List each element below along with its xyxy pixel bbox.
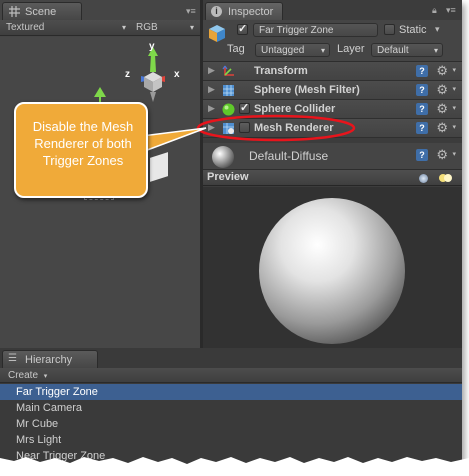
hierarchy-item-main-camera[interactable]: Main Camera [0,400,462,416]
tab-scene-label: Scene [25,6,57,18]
hierarchy-panel: ☰ Hierarchy Create ▾ Far Trigger Zone Ma… [0,348,462,468]
color-mode-value: RGB [136,22,158,33]
object-name-value: Far Trigger Zone [259,25,334,36]
gear-icon[interactable]: ⚙ [436,147,448,163]
object-name-field[interactable]: Far Trigger Zone [253,23,378,37]
render-mode-dropdown[interactable]: Textured ▾ [2,21,130,35]
component-name: Sphere (Mesh Filter) [254,84,360,96]
help-book-icon[interactable]: ? [416,65,428,77]
gear-icon[interactable]: ⚙ [436,101,448,117]
dropdown-arrow-icon: ▾ [320,46,325,55]
foldout-arrow-icon[interactable]: ▶ [208,65,215,76]
hierarchy-toolbar: Create ▾ [0,368,462,383]
material-name: Default-Diffuse [249,149,329,163]
dropdown-arrow-icon: ▾ [121,23,126,32]
static-label: Static [399,24,427,36]
layer-label: Layer [337,43,365,55]
help-book-icon[interactable]: ? [416,122,428,134]
preview-toolbar: Preview [203,170,462,186]
list-icon: ☰ [8,353,17,364]
preview-light-toggle-icon[interactable] [439,174,453,183]
tab-hierarchy[interactable]: ☰ Hierarchy [2,350,98,368]
gear-dropdown-arrow-icon[interactable]: ▾ [452,66,456,74]
panel-menu-icon[interactable]: ▾≡ [446,5,456,16]
material-row[interactable]: Default-Diffuse ? ⚙ ▾ [203,143,462,170]
static-checkbox[interactable] [384,24,395,35]
static-dropdown-arrow-icon[interactable]: ▾ [435,24,440,35]
material-preview-area[interactable] [203,187,462,348]
gear-dropdown-arrow-icon[interactable]: ▾ [452,123,456,131]
help-book-icon[interactable]: ? [416,149,428,161]
tag-dropdown[interactable]: Untagged ▾ [255,43,330,57]
info-icon: i [211,6,222,17]
dropdown-arrow-icon: ▾ [43,373,48,380]
preview-sphere-toggle-icon[interactable] [419,174,428,183]
tab-hierarchy-label: Hierarchy [25,354,73,366]
gear-dropdown-arrow-icon[interactable]: ▾ [452,150,456,158]
preview-sphere [259,198,405,344]
grid-icon [9,6,20,17]
help-book-icon[interactable]: ? [416,84,428,96]
material-sphere-icon [212,146,234,168]
layer-value: Default [377,45,409,56]
component-mesh-filter[interactable]: ▶ Sphere (Mesh Filter) ? ⚙ ▾ [203,81,462,100]
mesh-filter-icon [223,85,234,96]
scene-toolbar: Textured ▾ RGB ▾ [0,20,200,36]
component-transform[interactable]: ▶ Transform ? ⚙ ▾ [203,62,462,81]
highlight-ellipse [196,114,356,142]
hierarchy-item-far-trigger-zone[interactable]: Far Trigger Zone [0,384,462,400]
panel-menu-icon[interactable]: ▾≡ [186,6,196,17]
inspector-panel: i Inspector 🔒︎ ▾≡ Far Trigger Zone Stati… [196,0,462,348]
unity-editor-window: Scene ▾≡ Textured ▾ RGB ▾ y x z i Inspec… [0,0,462,468]
foldout-arrow-icon[interactable]: ▶ [208,84,215,95]
callout-text: Disable the Mesh Renderer of both Trigge… [32,119,134,168]
lock-icon[interactable]: 🔒︎ [432,5,437,16]
hierarchy-item-label: Far Trigger Zone [16,386,98,398]
create-dropdown[interactable]: Create ▾ [8,369,47,382]
callout-pointer [141,127,207,154]
active-toggle-checkbox[interactable] [237,22,248,35]
gear-icon[interactable]: ⚙ [436,120,448,136]
gizmo-y-label: y [149,41,155,52]
preview-label: Preview [207,171,249,183]
hierarchy-item-mr-cube[interactable]: Mr Cube [0,416,462,432]
transform-icon [222,65,234,76]
tab-inspector[interactable]: i Inspector [205,2,283,20]
color-mode-dropdown[interactable]: RGB ▾ [132,21,198,35]
gear-icon[interactable]: ⚙ [436,82,448,98]
game-object-cube-icon [209,25,225,42]
render-mode-value: Textured [6,22,45,33]
tab-scene[interactable]: Scene [2,2,82,20]
gear-dropdown-arrow-icon[interactable]: ▾ [452,85,456,93]
gear-dropdown-arrow-icon[interactable]: ▾ [452,104,456,112]
dropdown-arrow-icon: ▾ [433,46,438,55]
gizmo-x-label: x [174,69,180,80]
torn-edge-decoration [0,457,469,476]
gizmo-z-label: z [125,69,130,80]
layer-dropdown[interactable]: Default ▾ [371,43,443,57]
component-name: Transform [254,65,308,77]
instruction-callout: Disable the Mesh Renderer of both Trigge… [14,102,148,198]
hierarchy-item-mrs-light[interactable]: Mrs Light [0,432,462,448]
hierarchy-item-label: Main Camera [16,402,83,414]
help-book-icon[interactable]: ? [416,103,428,115]
hierarchy-item-label: Mrs Light [16,434,62,446]
tag-label: Tag [227,43,245,55]
create-label: Create [8,370,39,381]
gear-icon[interactable]: ⚙ [436,63,448,79]
inspector-header: Far Trigger Zone Static ▾ Tag Untagged ▾… [203,20,462,62]
dropdown-arrow-icon: ▾ [189,23,194,32]
tab-inspector-label: Inspector [228,6,274,18]
hierarchy-item-label: Mr Cube [16,418,59,430]
tag-value: Untagged [261,45,305,56]
